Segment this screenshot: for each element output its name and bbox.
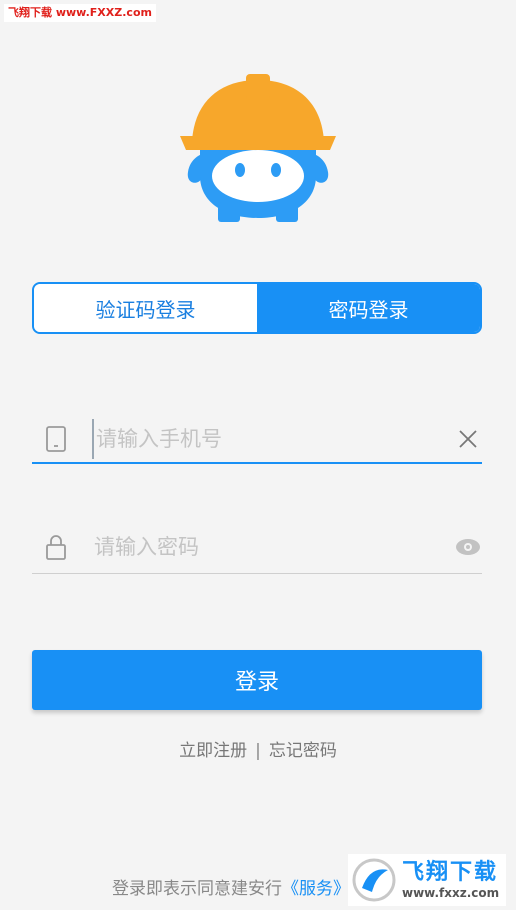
eye-icon[interactable]	[454, 533, 482, 561]
lock-icon	[42, 533, 70, 561]
service-terms-link[interactable]: 《服务》	[282, 879, 350, 899]
agreement-label: 登录即表示同意建安行	[112, 879, 282, 899]
watermark-top: 飞翔下载 www.FXXZ.com	[4, 4, 156, 22]
watermark-bottom: 飞翔下载 www.fxxz.com	[348, 854, 506, 906]
password-input[interactable]	[94, 526, 454, 567]
phone-field	[32, 416, 482, 464]
forgot-password-link[interactable]: 忘记密码	[269, 741, 337, 761]
register-link[interactable]: 立即注册	[179, 741, 247, 761]
watermark-url: www.fxxz.com	[402, 886, 500, 900]
watermark-title: 飞翔下载	[402, 860, 499, 885]
tab-sms-code-login[interactable]: 验证码登录	[34, 284, 257, 332]
login-button[interactable]: 登录	[32, 650, 482, 710]
watermark-logo-icon	[352, 858, 396, 902]
clear-icon[interactable]	[454, 425, 482, 453]
phone-input[interactable]	[92, 419, 454, 459]
tab-password-login[interactable]: 密码登录	[257, 284, 480, 332]
agreement-text: 登录即表示同意建安行《服务》	[112, 874, 350, 899]
link-separator: |	[255, 741, 261, 761]
account-links: 立即注册 | 忘记密码	[0, 736, 516, 761]
helmet-logo	[180, 74, 336, 222]
phone-icon	[42, 425, 70, 453]
login-mode-tabs: 验证码登录 密码登录	[32, 282, 482, 334]
password-field	[32, 520, 482, 574]
